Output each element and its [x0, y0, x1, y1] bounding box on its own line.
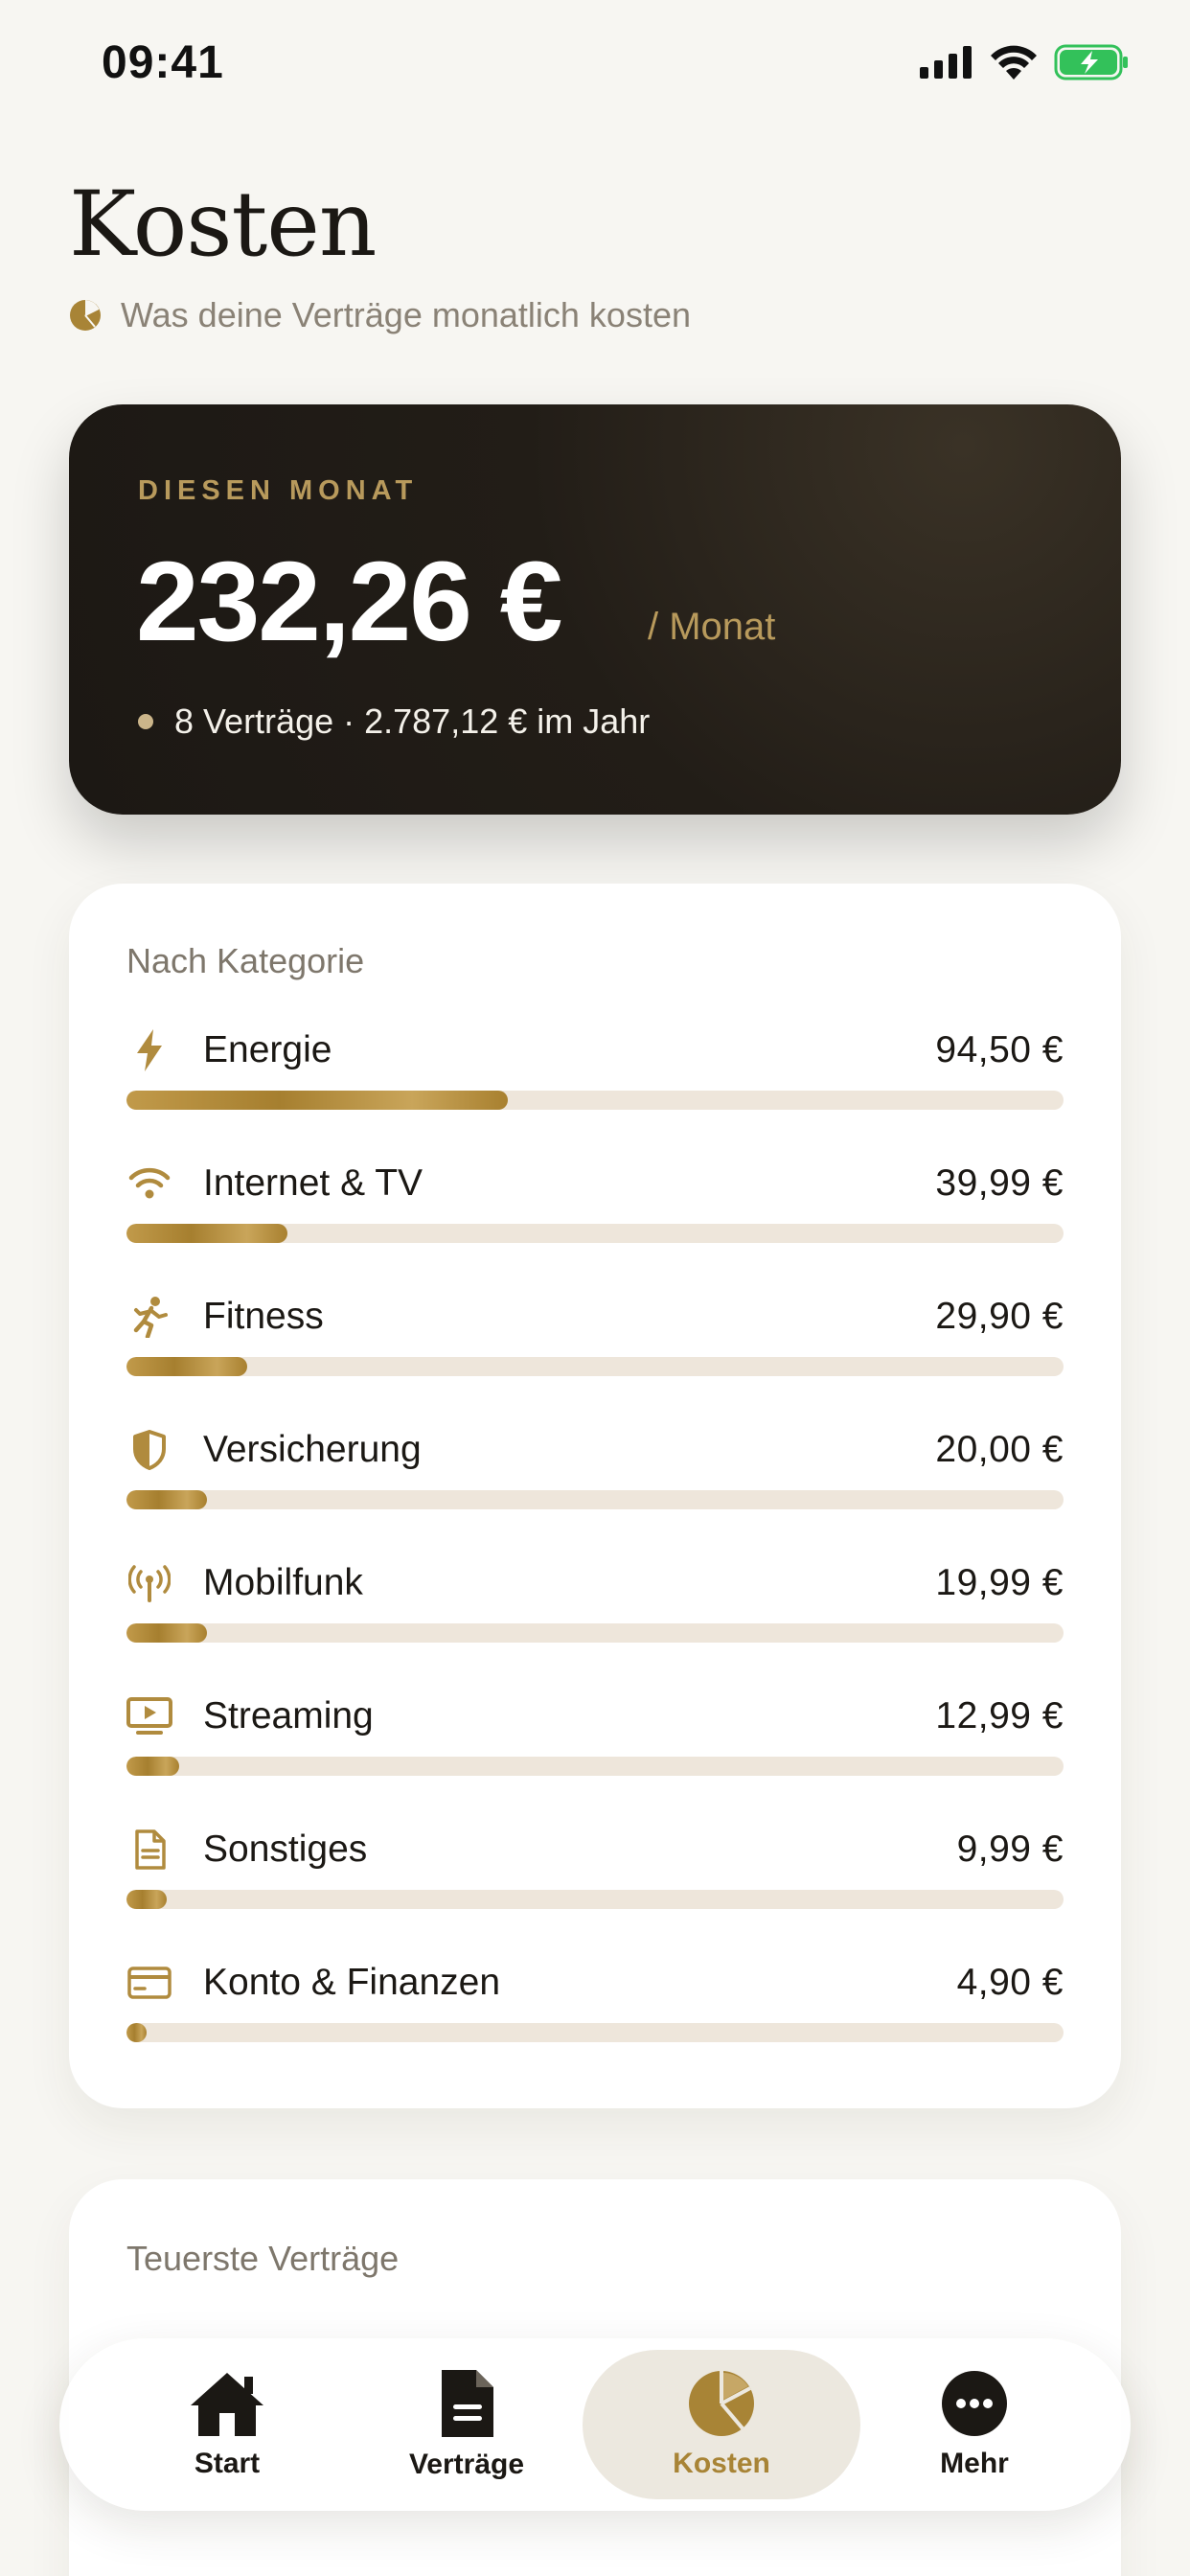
status-icons — [920, 44, 1131, 80]
cellular-signal-icon — [920, 46, 972, 79]
document-icon — [442, 2370, 493, 2437]
wifi-status-icon — [991, 45, 1037, 80]
subtitle-text: Was deine Verträge monatlich kosten — [121, 295, 691, 334]
tab-kosten[interactable]: Kosten — [583, 2350, 860, 2499]
category-progress-track — [126, 1490, 1064, 1509]
category-row-sonstiges[interactable]: Sonstiges 9,99 € — [126, 1827, 1064, 1909]
category-row-energie[interactable]: Energie 94,50 € — [126, 1027, 1064, 1110]
running-icon — [126, 1294, 172, 1340]
category-row-streaming[interactable]: Streaming 12,99 € — [126, 1693, 1064, 1776]
category-row-internet-tv[interactable]: Internet & TV 39,99 € — [126, 1161, 1064, 1243]
category-progress-track — [126, 1224, 1064, 1243]
category-value: 4,90 € — [956, 1962, 1064, 2003]
category-progress-track — [126, 2023, 1064, 2042]
pie-chart-icon — [70, 300, 101, 331]
category-value: 94,50 € — [935, 1029, 1064, 1070]
category-progress-fill — [126, 1757, 179, 1776]
monthly-summary-card: DIESEN MONAT 232,26 € / Monat 8 Verträge… — [69, 404, 1121, 815]
tab-start[interactable]: Start — [107, 2338, 347, 2511]
tab-bar: Start Verträge Kosten Mehr — [59, 2338, 1131, 2511]
status-bar: 09:41 — [0, 0, 1190, 134]
summary-meta: 8 Verträge · 2.787,12 € im Jahr — [138, 702, 650, 742]
category-progress-fill — [126, 1890, 168, 1909]
category-progress-fill — [126, 1490, 208, 1509]
category-progress-fill — [126, 1623, 208, 1643]
more-icon — [942, 2371, 1007, 2436]
bullet-dot — [138, 714, 153, 729]
category-label: Streaming — [203, 1695, 374, 1736]
summary-period: / Monat — [648, 606, 776, 648]
category-label: Sonstiges — [203, 1828, 368, 1870]
tab-label: Kosten — [673, 2448, 770, 2479]
document-icon — [126, 1827, 172, 1873]
page-title: Kosten — [69, 172, 377, 277]
category-label: Konto & Finanzen — [203, 1962, 501, 2003]
credit-card-icon — [126, 1960, 172, 2006]
category-label: Energie — [203, 1029, 332, 1070]
category-value: 29,90 € — [935, 1296, 1064, 1337]
category-row-mobilfunk[interactable]: Mobilfunk 19,99 € — [126, 1560, 1064, 1643]
home-icon — [191, 2373, 263, 2436]
category-row-konto-finanzen[interactable]: Konto & Finanzen 4,90 € — [126, 1960, 1064, 2042]
page-subtitle: Was deine Verträge monatlich kosten — [69, 295, 691, 335]
bolt-icon — [126, 1027, 172, 1073]
top-contracts-heading: Teuerste Verträge — [126, 2239, 400, 2278]
category-value: 12,99 € — [935, 1695, 1064, 1736]
category-progress-track — [126, 1890, 1064, 1909]
tab-label: Start — [194, 2448, 261, 2479]
battery-charging-icon — [1054, 44, 1128, 80]
tab-label: Mehr — [940, 2448, 1009, 2479]
tv-play-icon — [126, 1693, 172, 1739]
category-progress-fill — [126, 2023, 147, 2042]
summary-meta-text: 8 Verträge · 2.787,12 € im Jahr — [174, 702, 651, 741]
category-row-versicherung[interactable]: Versicherung 20,00 € — [126, 1427, 1064, 1509]
category-progress-track — [126, 1357, 1064, 1376]
category-label: Fitness — [203, 1296, 324, 1337]
category-value: 20,00 € — [935, 1429, 1064, 1470]
summary-amount: 232,26 € — [136, 539, 562, 665]
tab-mehr[interactable]: Mehr — [855, 2338, 1094, 2511]
category-progress-track — [126, 1091, 1064, 1110]
summary-eyebrow: DIESEN MONAT — [138, 475, 419, 506]
category-breakdown-card: Nach Kategorie Energie 94,50 € Internet … — [69, 884, 1121, 2108]
status-time: 09:41 — [102, 37, 224, 88]
category-value: 9,99 € — [956, 1828, 1064, 1870]
shield-icon — [126, 1427, 172, 1473]
category-progress-fill — [126, 1357, 248, 1376]
tab-label: Verträge — [408, 2449, 525, 2480]
category-label: Internet & TV — [203, 1162, 423, 1204]
pie-chart-icon — [689, 2371, 754, 2436]
category-label: Mobilfunk — [203, 1562, 363, 1603]
category-progress-fill — [126, 1091, 509, 1110]
category-value: 39,99 € — [935, 1162, 1064, 1204]
category-progress-track — [126, 1757, 1064, 1776]
category-heading: Nach Kategorie — [126, 941, 365, 980]
wifi-icon — [126, 1161, 172, 1207]
category-value: 19,99 € — [935, 1562, 1064, 1603]
antenna-icon — [126, 1560, 172, 1606]
tab-vertraege[interactable]: Verträge — [347, 2338, 586, 2511]
category-label: Versicherung — [203, 1429, 422, 1470]
category-progress-fill — [126, 1224, 288, 1243]
category-progress-track — [126, 1623, 1064, 1643]
category-row-fitness[interactable]: Fitness 29,90 € — [126, 1294, 1064, 1376]
